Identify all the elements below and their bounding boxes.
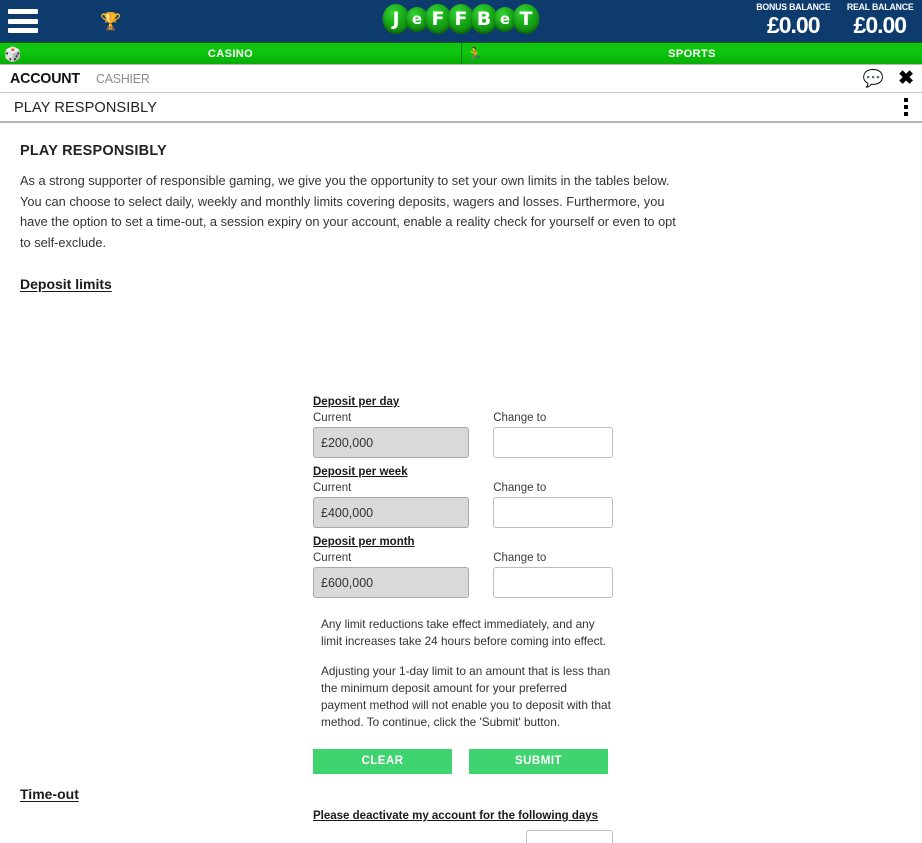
deposit-per-month-change-group: Change to <box>493 552 613 598</box>
chat-bubbles-icon[interactable]: 💬 <box>863 70 884 87</box>
deposit-per-month-change-input[interactable] <box>493 567 613 598</box>
deposit-per-month-label: Deposit per month <box>313 536 415 548</box>
tab-account[interactable]: ACCOUNT <box>10 70 80 87</box>
bonus-balance-value: £0.00 <box>766 12 821 38</box>
current-caption: Current <box>313 412 352 424</box>
hamburger-bar <box>8 9 38 14</box>
deposit-per-day-change-input[interactable] <box>493 427 613 458</box>
current-caption: Current <box>313 482 352 494</box>
timeout-input-row <box>313 830 613 843</box>
deposit-per-week-label: Deposit per week <box>313 466 408 478</box>
page-title: PLAY RESPONSIBLY <box>14 98 158 116</box>
nav-tab-casino-label: CASINO <box>207 47 254 60</box>
deposit-limits-buttons: CLEAR SUBMIT <box>313 748 613 774</box>
dice-icon: 🎲 <box>4 45 22 62</box>
hamburger-bar <box>8 28 38 33</box>
hamburger-bar <box>8 18 38 24</box>
real-balance[interactable]: REAL BALANCE £0.00 <box>844 2 916 37</box>
bonus-balance[interactable]: BONUS BALANCE £0.00 <box>753 2 834 37</box>
change-to-caption: Change to <box>493 552 547 564</box>
deposit-limits-heading: Deposit limits <box>20 275 112 292</box>
more-vertical-icon[interactable] <box>900 96 912 118</box>
balances-group: BONUS BALANCE £0.00 REAL BALANCE £0.00 <box>753 2 916 37</box>
deposit-limits-form: Deposit per day Current Change to Deposi… <box>313 396 613 774</box>
main-content: PLAY RESPONSIBLY As a strong supporter o… <box>0 123 922 843</box>
timeout-form: Please deactivate my account for the fol… <box>313 810 613 843</box>
timeout-days-input[interactable] <box>526 830 613 843</box>
deposit-per-day-row: Current Change to <box>313 412 613 458</box>
change-to-caption: Change to <box>493 482 547 494</box>
change-to-caption: Change to <box>493 412 547 424</box>
hamburger-menu-icon[interactable] <box>8 9 38 33</box>
deposit-limits-note-2: Adjusting your 1-day limit to an amount … <box>321 664 611 730</box>
bonus-balance-label: BONUS BALANCE <box>756 2 831 13</box>
close-x-icon[interactable]: ✖ <box>898 69 914 88</box>
timeout-field-label: Please deactivate my account for the fol… <box>313 810 599 822</box>
real-balance-value: £0.00 <box>853 12 908 38</box>
current-caption: Current <box>313 552 352 564</box>
deposit-per-week-current-input <box>313 497 470 528</box>
content-heading: PLAY RESPONSIBLY <box>20 143 167 159</box>
deposit-per-day-label: Deposit per day <box>313 396 400 408</box>
deposit-limits-note-1: Any limit reductions take effect immedia… <box>321 617 607 649</box>
runner-icon: 🏃 <box>466 45 484 62</box>
trophy-icon[interactable]: 🏆 <box>100 13 121 30</box>
deposit-per-day-current-input <box>313 427 470 458</box>
kebab-dot <box>904 98 908 102</box>
nav-tab-sports[interactable]: 🏃 SPORTS <box>462 43 922 64</box>
logo-letter: T <box>512 4 540 34</box>
real-balance-label: REAL BALANCE <box>846 2 914 13</box>
primary-nav: 🎲 CASINO 🏃 SPORTS <box>0 42 922 65</box>
kebab-dot <box>904 112 908 116</box>
account-tab-bar: ACCOUNT CASHIER 💬 ✖ <box>0 65 922 93</box>
timeout-heading: Time-out <box>20 786 79 802</box>
top-header-bar: 🏆 J e F F B e T BONUS BALANCE £0.00 REAL… <box>0 0 922 42</box>
deposit-per-month-current-input <box>313 567 470 598</box>
jeffbet-logo[interactable]: J e F F B e T <box>382 4 540 34</box>
deposit-per-week-change-input[interactable] <box>493 497 613 528</box>
deposit-per-month-current-group: Current <box>313 552 470 598</box>
kebab-dot <box>904 105 908 109</box>
deposit-per-day-change-group: Change to <box>493 412 613 458</box>
deposit-per-month-row: Current Change to <box>313 552 613 598</box>
deposit-per-day-current-group: Current <box>313 412 470 458</box>
deposit-limits-clear-button[interactable]: CLEAR <box>313 748 452 774</box>
deposit-per-week-row: Current Change to <box>313 482 613 528</box>
nav-tab-sports-label: SPORTS <box>668 47 716 60</box>
deposit-per-week-current-group: Current <box>313 482 470 528</box>
deposit-per-week-change-group: Change to <box>493 482 613 528</box>
nav-tab-casino[interactable]: 🎲 CASINO <box>0 43 462 64</box>
deposit-limits-submit-button[interactable]: SUBMIT <box>469 748 608 774</box>
intro-paragraph: As a strong supporter of responsible gam… <box>20 173 676 251</box>
tab-cashier[interactable]: CASHIER <box>96 71 150 86</box>
page-title-bar: PLAY RESPONSIBLY <box>0 93 922 123</box>
